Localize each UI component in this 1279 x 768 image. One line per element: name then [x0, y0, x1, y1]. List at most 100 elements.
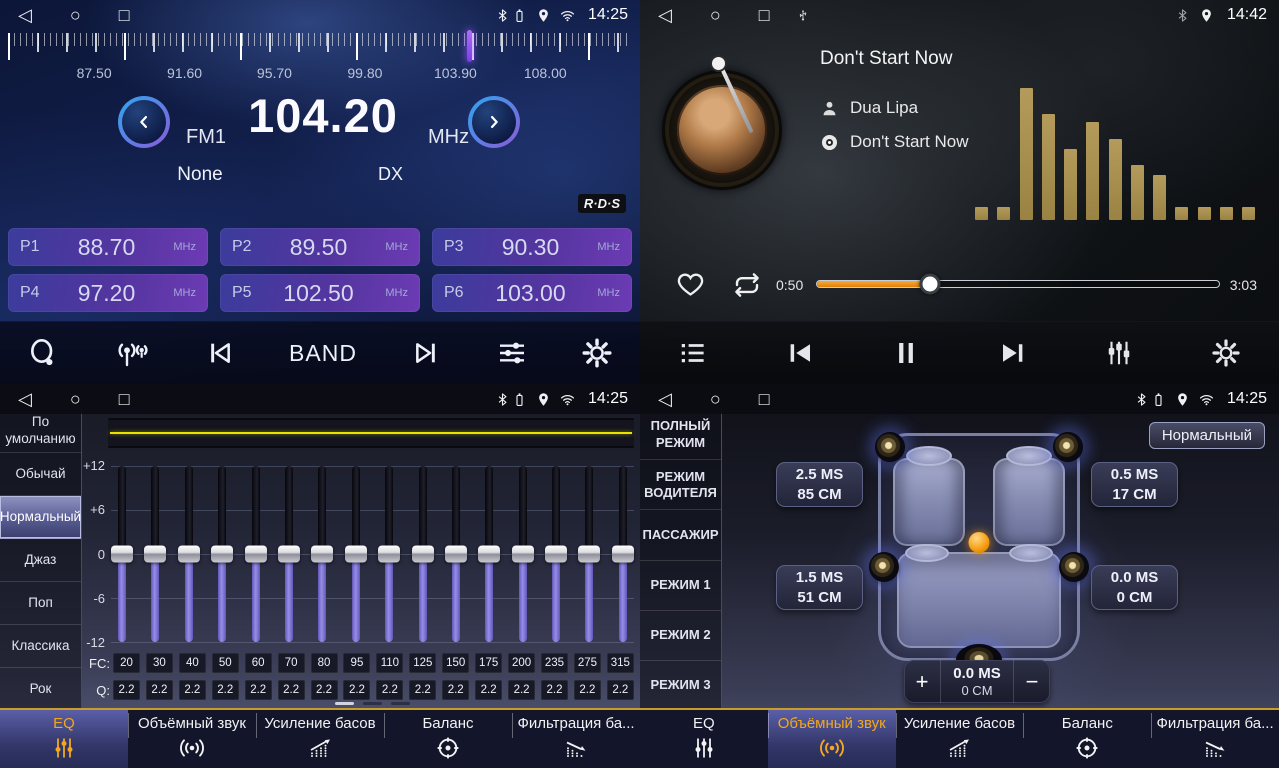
band-gain-slider[interactable] [445, 466, 467, 642]
band-gain-slider[interactable] [144, 466, 166, 642]
fc-value[interactable]: 200 [508, 653, 535, 673]
dx-local-button[interactable] [112, 337, 150, 369]
eq-preset-item[interactable]: Нормальный [0, 496, 81, 539]
fc-value[interactable]: 235 [541, 653, 568, 673]
tab-filter[interactable]: Фильтрация ба... [512, 710, 640, 768]
q-value[interactable]: 2.2 [179, 680, 206, 700]
tab-eq[interactable]: EQ [640, 710, 768, 768]
q-value[interactable]: 2.2 [245, 680, 272, 700]
fc-value[interactable]: 125 [409, 653, 436, 673]
next-track-button[interactable] [998, 338, 1028, 368]
fc-value[interactable]: 50 [212, 653, 239, 673]
fc-value[interactable]: 150 [442, 653, 469, 673]
front-right-delay[interactable]: 0.5 MS 17 CM [1091, 462, 1178, 507]
preset-button[interactable]: P6 103.00 MHz [432, 274, 632, 312]
preset-button[interactable]: P3 90.30 MHz [432, 228, 632, 266]
slider-handle[interactable] [345, 546, 367, 563]
back-button[interactable]: ◁ [658, 384, 672, 414]
slider-handle[interactable] [612, 546, 634, 563]
tab-bass-boost[interactable]: Усиление басов [896, 710, 1024, 768]
preset-button[interactable]: P4 97.20 MHz [8, 274, 208, 312]
settings-button[interactable] [581, 337, 613, 369]
scan-search-button[interactable] [27, 337, 59, 369]
tune-up-button[interactable] [468, 96, 520, 148]
band-gain-slider[interactable] [545, 466, 567, 642]
seek-previous-button[interactable] [204, 337, 236, 369]
front-left-delay[interactable]: 2.5 MS 85 CM [776, 462, 863, 507]
band-gain-slider[interactable] [512, 466, 534, 642]
q-value[interactable]: 2.2 [442, 680, 469, 700]
slider-handle[interactable] [144, 546, 166, 563]
progress-bar[interactable] [816, 280, 1220, 288]
band-gain-slider[interactable] [378, 466, 400, 642]
listening-mode-item[interactable]: РЕЖИМ 3 [640, 661, 721, 710]
slider-handle[interactable] [512, 546, 534, 563]
tab-surround[interactable]: Объёмный звук [128, 710, 256, 768]
q-value[interactable]: 2.2 [607, 680, 634, 700]
fc-value[interactable]: 175 [475, 653, 502, 673]
preset-button[interactable]: P1 88.70 MHz [8, 228, 208, 266]
decrease-delay-button[interactable]: − [1014, 660, 1050, 703]
equalizer-button[interactable] [496, 337, 528, 369]
back-button[interactable]: ◁ [658, 0, 672, 30]
slider-handle[interactable] [412, 546, 434, 563]
preset-button[interactable]: P5 102.50 MHz [220, 274, 420, 312]
tab-eq[interactable]: EQ [0, 710, 128, 768]
q-value[interactable]: 2.2 [146, 680, 173, 700]
eq-preset-item[interactable]: Поп [0, 582, 81, 625]
listening-mode-item[interactable]: ПОЛНЫЙ РЕЖИМ [640, 410, 721, 460]
slider-handle[interactable] [211, 546, 233, 563]
mixer-button[interactable] [1104, 338, 1134, 368]
q-value[interactable]: 2.2 [343, 680, 370, 700]
favorite-button[interactable] [676, 270, 705, 299]
q-value[interactable]: 2.2 [278, 680, 305, 700]
band-gain-slider[interactable] [211, 466, 233, 642]
q-value[interactable]: 2.2 [409, 680, 436, 700]
band-gain-slider[interactable] [412, 466, 434, 642]
band-gain-slider[interactable] [578, 466, 600, 642]
listening-mode-item[interactable]: РЕЖИМ ВОДИТЕЛЯ [640, 460, 721, 510]
seek-next-button[interactable] [410, 337, 442, 369]
listening-mode-item[interactable]: РЕЖИМ 2 [640, 611, 721, 661]
eq-preset-item[interactable]: Классика [0, 625, 81, 668]
q-value[interactable]: 2.2 [508, 680, 535, 700]
q-value[interactable]: 2.2 [376, 680, 403, 700]
preset-button[interactable]: P2 89.50 MHz [220, 228, 420, 266]
home-button[interactable]: ○ [70, 0, 81, 30]
tab-bass-boost[interactable]: Усиление басов [256, 710, 384, 768]
q-value[interactable]: 2.2 [212, 680, 239, 700]
recents-button[interactable]: □ [759, 0, 770, 30]
fc-value[interactable]: 20 [113, 653, 140, 673]
band-gain-slider[interactable] [245, 466, 267, 642]
home-button[interactable]: ○ [710, 384, 721, 414]
slider-handle[interactable] [545, 546, 567, 563]
band-gain-slider[interactable] [178, 466, 200, 642]
tab-filter[interactable]: Фильтрация ба... [1151, 710, 1279, 768]
slider-handle[interactable] [445, 546, 467, 563]
band-button[interactable]: BAND [289, 340, 357, 367]
band-gain-slider[interactable] [311, 466, 333, 642]
profile-button[interactable]: Нормальный [1149, 422, 1265, 449]
fc-value[interactable]: 60 [245, 653, 272, 673]
slider-handle[interactable] [378, 546, 400, 563]
q-value[interactable]: 2.2 [475, 680, 502, 700]
tab-balance[interactable]: Баланс [384, 710, 512, 768]
slider-handle[interactable] [578, 546, 600, 563]
recents-button[interactable]: □ [119, 384, 130, 414]
tuning-indicator[interactable] [467, 30, 472, 62]
recents-button[interactable]: □ [119, 0, 130, 30]
home-button[interactable]: ○ [70, 384, 81, 414]
listening-mode-item[interactable]: РЕЖИМ 1 [640, 561, 721, 611]
q-value[interactable]: 2.2 [113, 680, 140, 700]
fc-value[interactable]: 110 [376, 653, 403, 673]
q-value[interactable]: 2.2 [574, 680, 601, 700]
listener-position-marker[interactable] [969, 532, 990, 553]
back-button[interactable]: ◁ [18, 0, 32, 30]
slider-handle[interactable] [478, 546, 500, 563]
band-gain-slider[interactable] [278, 466, 300, 642]
band-gain-slider[interactable] [345, 466, 367, 642]
settings-button[interactable] [1211, 338, 1241, 368]
fc-value[interactable]: 40 [179, 653, 206, 673]
slider-handle[interactable] [245, 546, 267, 563]
eq-preset-item[interactable]: Обычай [0, 453, 81, 496]
